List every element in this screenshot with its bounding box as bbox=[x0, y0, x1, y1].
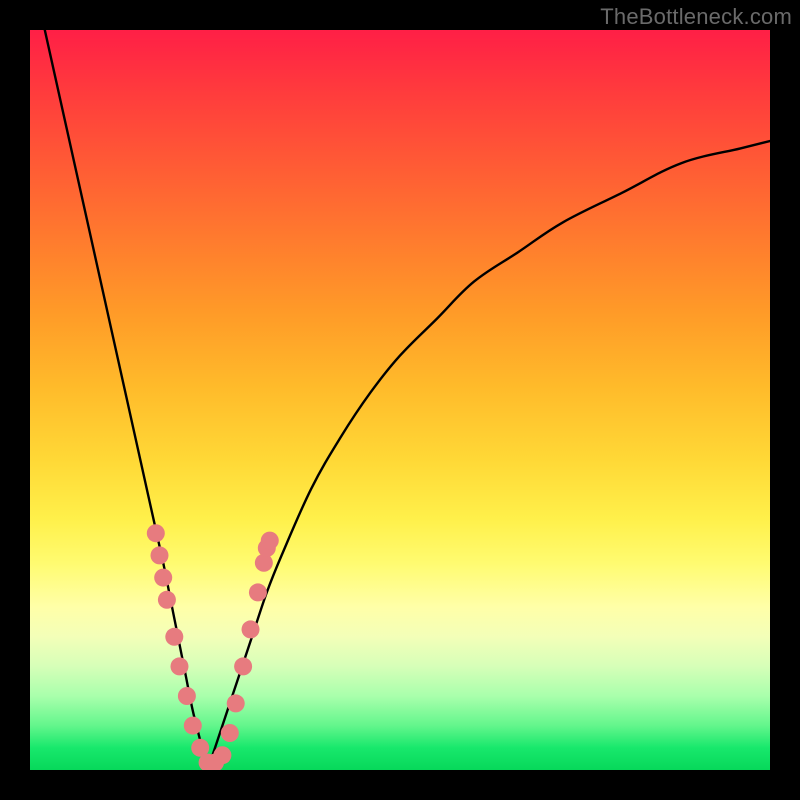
chart-stage: TheBottleneck.com bbox=[0, 0, 800, 800]
highlight-marker bbox=[213, 746, 231, 764]
right-branch-path bbox=[208, 141, 770, 770]
highlight-marker bbox=[178, 687, 196, 705]
highlight-marker bbox=[227, 694, 245, 712]
watermark-text: TheBottleneck.com bbox=[600, 4, 792, 30]
highlight-marker bbox=[255, 554, 273, 572]
highlight-marker bbox=[261, 532, 279, 550]
plot-area bbox=[30, 30, 770, 770]
highlight-marker bbox=[221, 724, 239, 742]
highlight-marker bbox=[165, 628, 183, 646]
highlight-markers bbox=[147, 524, 279, 770]
highlight-marker bbox=[158, 591, 176, 609]
highlight-marker bbox=[154, 569, 172, 587]
highlight-marker bbox=[234, 657, 252, 675]
highlight-marker bbox=[170, 657, 188, 675]
highlight-marker bbox=[184, 717, 202, 735]
curve-layer bbox=[30, 30, 770, 770]
highlight-marker bbox=[151, 546, 169, 564]
highlight-marker bbox=[242, 620, 260, 638]
highlight-marker bbox=[249, 583, 267, 601]
right-branch-curve bbox=[208, 141, 770, 770]
highlight-marker bbox=[147, 524, 165, 542]
